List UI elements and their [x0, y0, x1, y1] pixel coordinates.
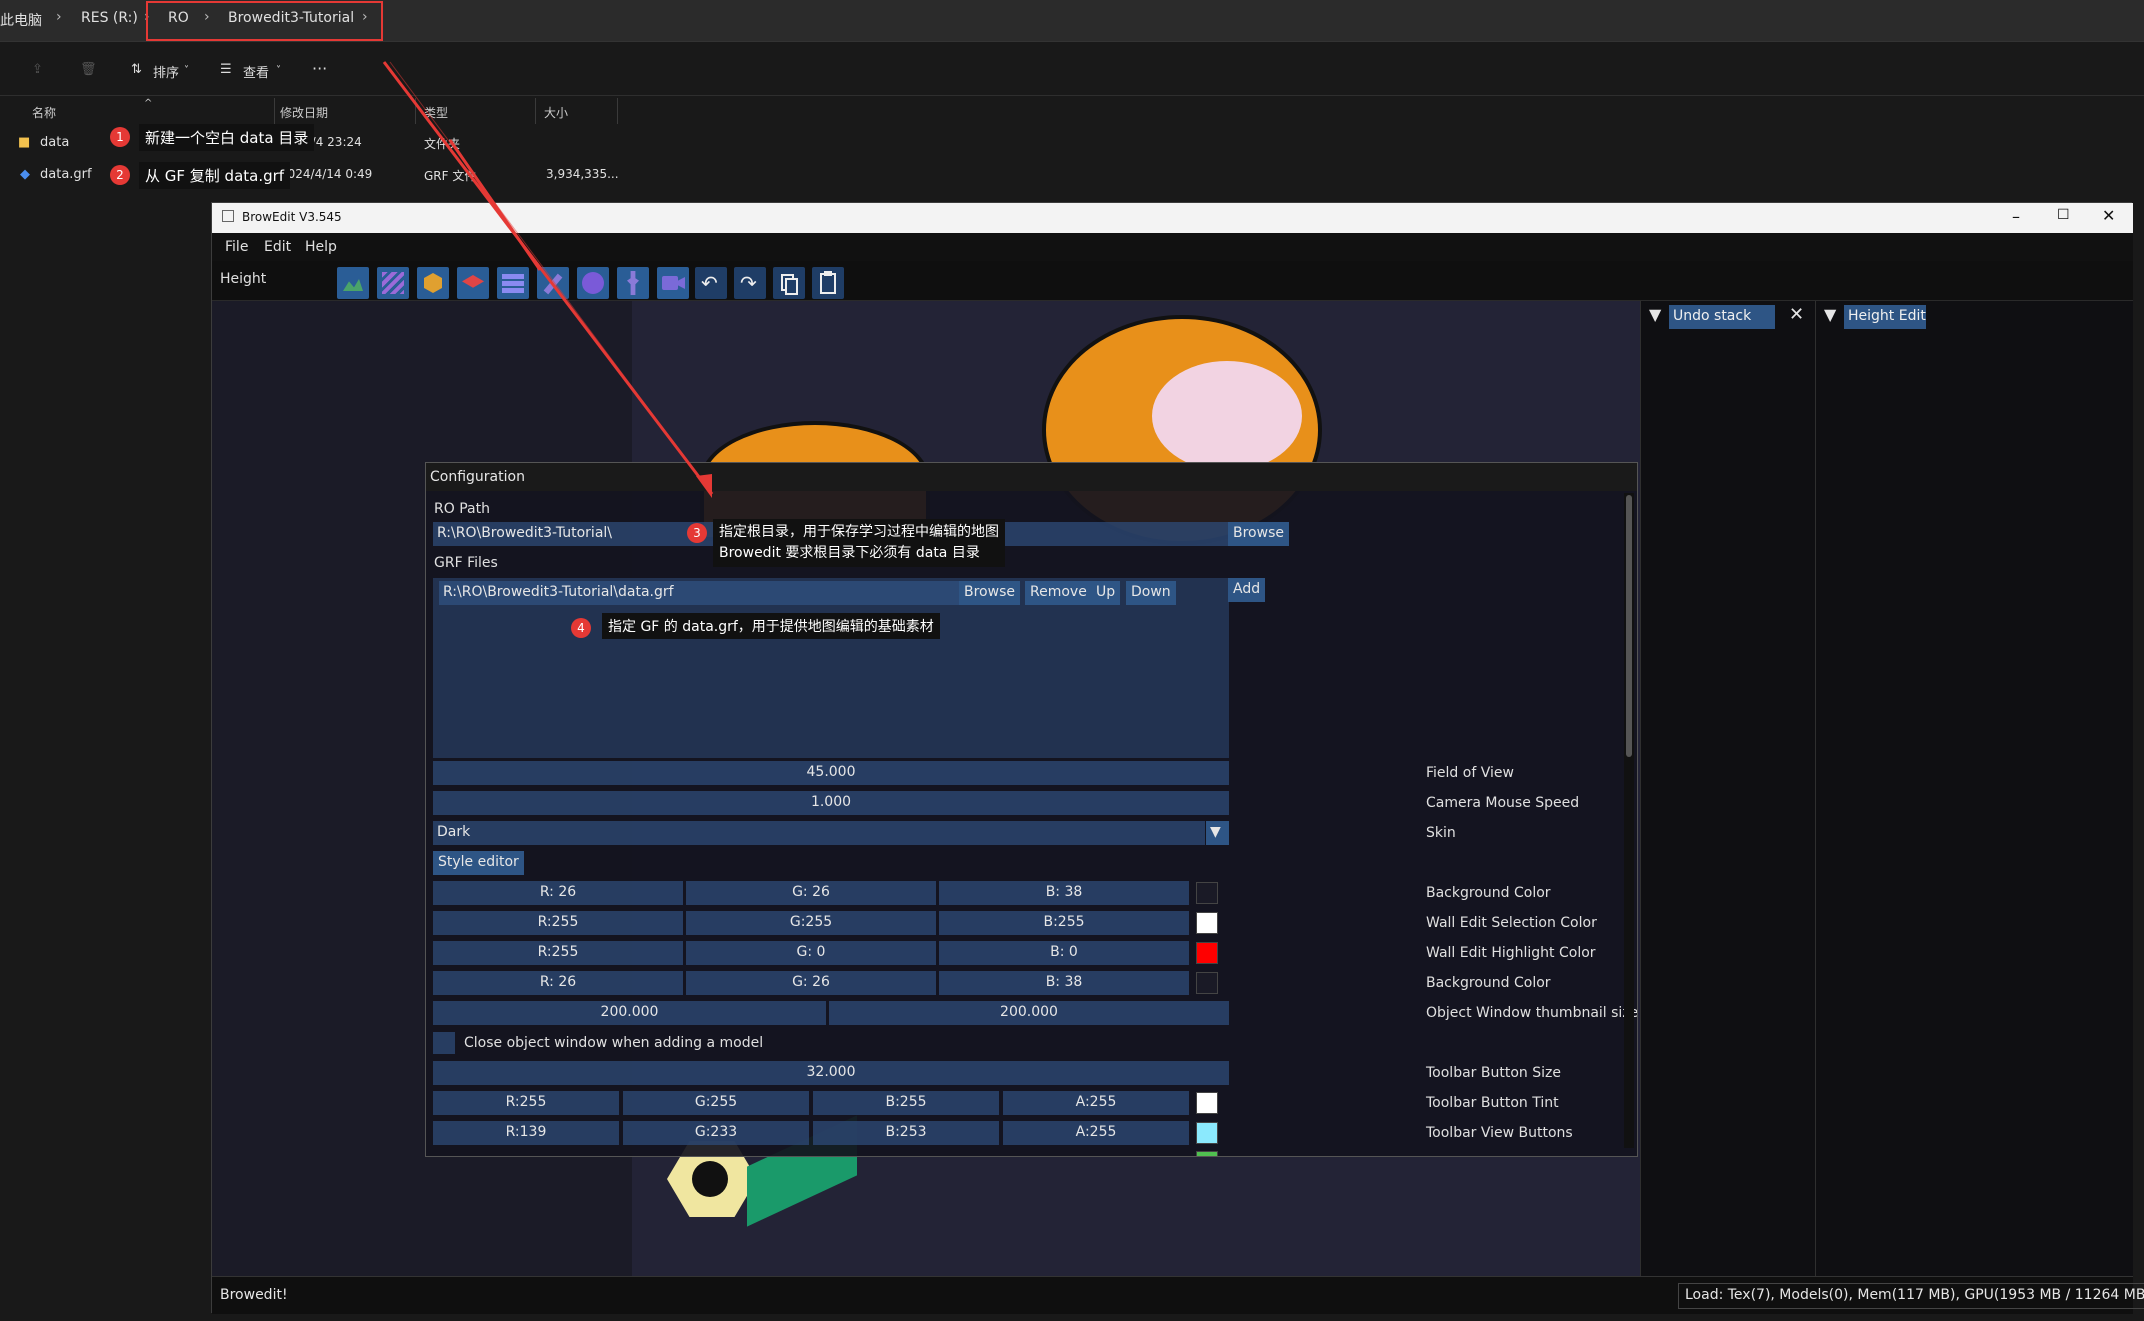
arrow-head-top — [696, 474, 712, 498]
arrow-guide-line — [389, 61, 713, 495]
annotation-arrow — [382, 61, 714, 498]
arrow-line-top — [382, 61, 714, 495]
arrow-line-lower — [448, 139, 542, 271]
